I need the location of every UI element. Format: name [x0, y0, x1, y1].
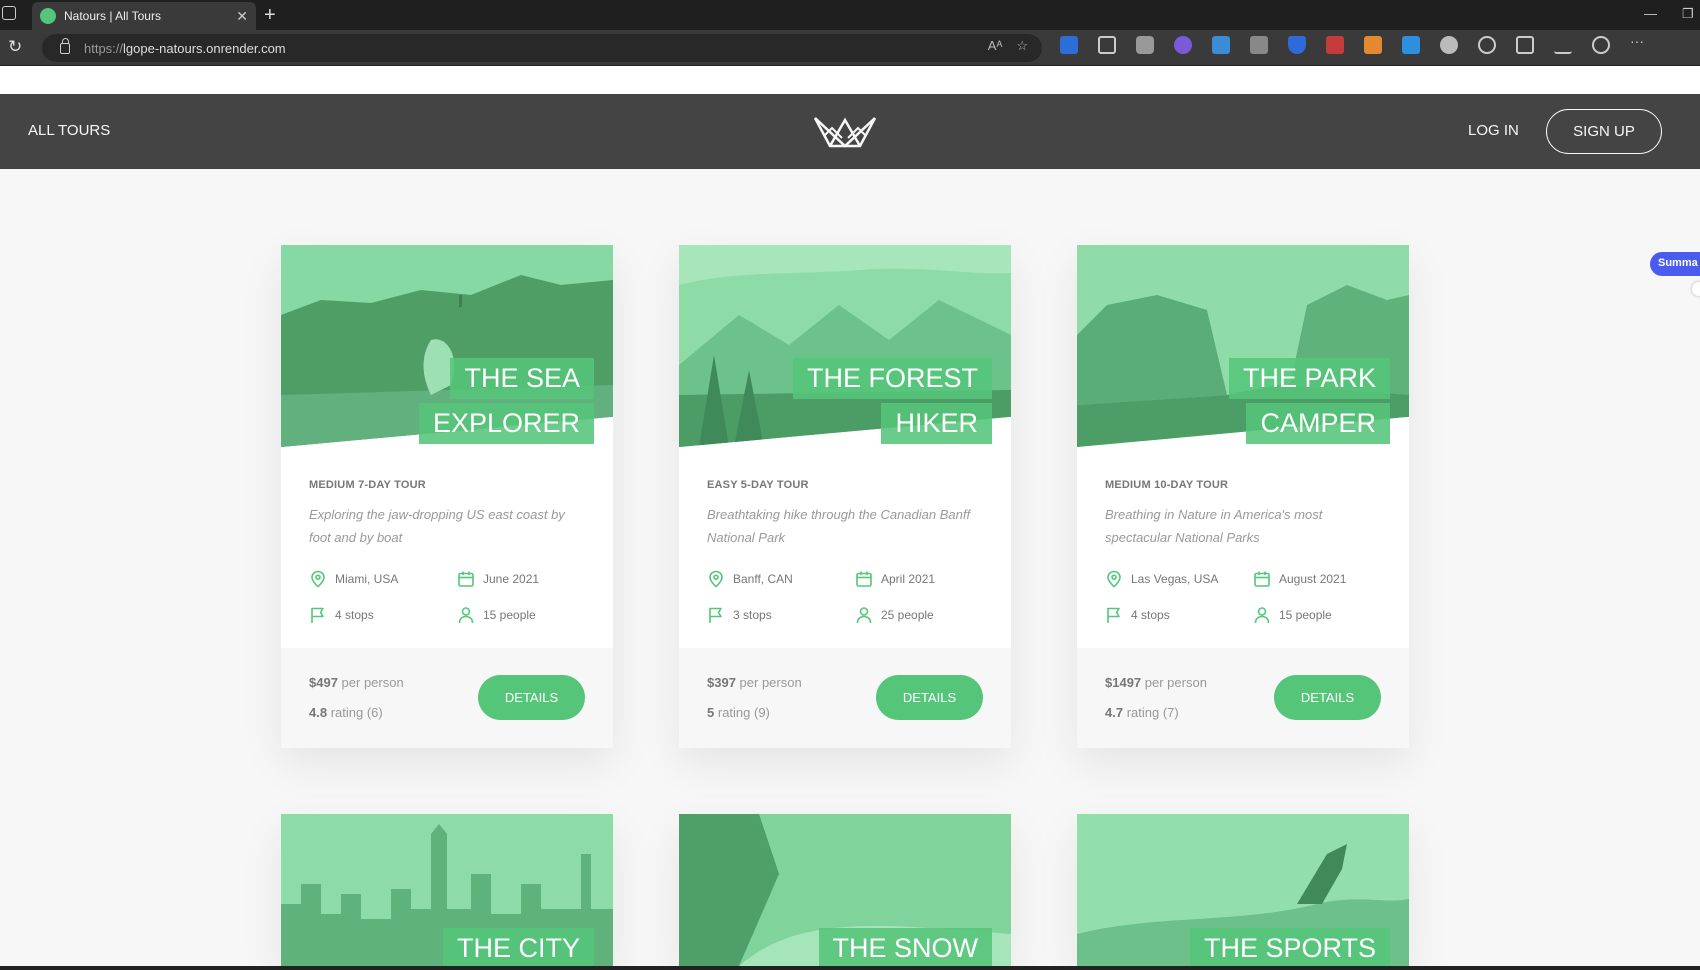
tour-card-footer: $397 per person 5 rating (9) DETAILS	[679, 648, 1011, 748]
more-menu-icon[interactable]: ···	[1630, 34, 1648, 54]
user-icon	[1254, 607, 1270, 624]
tour-summary: Breathing in Nature in America's most sp…	[1105, 507, 1323, 545]
tour-price: $397 per person	[707, 675, 802, 690]
new-tab-icon[interactable]: +	[264, 4, 276, 27]
tour-card-footer: $1497 per person 4.7 rating (7) DETAILS	[1077, 648, 1409, 748]
map-pin-icon	[709, 570, 723, 588]
tour-rating: 4.8 rating (6)	[309, 705, 383, 720]
camera-extension-icon[interactable]	[1136, 36, 1154, 54]
tour-summary: Exploring the jaw-dropping US east coast…	[309, 507, 565, 545]
grid-extension-icon[interactable]	[1250, 36, 1268, 54]
url-text: https://lgope-natours.onrender.com	[84, 40, 286, 56]
tour-location: Banff, CAN	[707, 570, 793, 588]
browser-essentials-icon[interactable]	[1592, 36, 1610, 54]
puzzle-extensions-icon[interactable]	[1478, 36, 1496, 54]
browser-tab[interactable]: Natours | All Tours ✕	[32, 2, 256, 30]
tour-card-heading: THE SEA EXPLORER	[418, 354, 594, 444]
summarize-button[interactable]: Summa	[1650, 252, 1700, 276]
user-icon	[856, 607, 872, 624]
tour-card-heading: THE CITY	[442, 924, 594, 966]
flag-icon	[709, 607, 722, 623]
tour-price: $497 per person	[309, 675, 404, 690]
lock-icon[interactable]	[60, 37, 70, 54]
tour-group-size: 15 people	[1253, 606, 1332, 624]
tour-date: April 2021	[855, 570, 935, 588]
tour-date: June 2021	[457, 570, 539, 588]
tour-location: Las Vegas, USA	[1105, 570, 1218, 588]
tab-title: Natours | All Tours	[64, 9, 161, 23]
calendar-icon	[856, 571, 872, 587]
tour-price: $1497 per person	[1105, 675, 1207, 690]
details-button[interactable]: DETAILS	[478, 675, 585, 720]
nav-signup-button[interactable]: SIGN UP	[1546, 109, 1662, 154]
tour-card: THE CITY	[281, 814, 613, 966]
tour-card: THE SEA EXPLORER MEDIUM 7-DAY TOUR Explo…	[281, 245, 613, 748]
map-pin-icon	[311, 570, 325, 588]
read-aloud-icon[interactable]: Aᴬ	[988, 38, 1003, 54]
restore-icon[interactable]: ❐	[1682, 6, 1694, 22]
minimize-icon[interactable]: —	[1644, 6, 1657, 21]
tour-card: THE SPORTS	[1077, 814, 1409, 966]
site-header: ALL TOURS LOG IN SIGN UP	[0, 94, 1700, 169]
user-icon	[458, 607, 474, 624]
color-extension-icon[interactable]	[1364, 36, 1382, 54]
tour-stops: 3 stops	[707, 606, 772, 624]
extensions-toolbar: ···	[1060, 34, 1648, 54]
nav-login-link[interactable]: LOG IN	[1468, 122, 1519, 139]
close-tab-icon[interactable]: ✕	[236, 8, 248, 25]
tour-location: Miami, USA	[309, 570, 398, 588]
map-pin-icon	[1107, 570, 1121, 588]
eye-extension-icon[interactable]	[1440, 36, 1458, 54]
page-top-strip	[0, 66, 1700, 94]
details-button[interactable]: DETAILS	[876, 675, 983, 720]
tour-difficulty: MEDIUM 10-DAY TOUR	[1105, 479, 1229, 491]
dropper-extension-icon[interactable]	[1402, 36, 1420, 54]
ublock-extension-icon[interactable]	[1326, 36, 1344, 54]
flag-icon	[1107, 607, 1120, 623]
tour-card: THE PARK CAMPER MEDIUM 10-DAY TOUR Breat…	[1077, 245, 1409, 748]
tour-group-size: 15 people	[457, 606, 536, 624]
tour-rating: 4.7 rating (7)	[1105, 705, 1179, 720]
brain-extension-icon[interactable]	[1174, 36, 1192, 54]
tour-difficulty: MEDIUM 7-DAY TOUR	[309, 479, 426, 491]
tour-summary: Breathtaking hike through the Canadian B…	[707, 507, 971, 545]
shield-extension-icon[interactable]	[1288, 36, 1306, 54]
tour-card: THE FOREST HIKER EASY 5-DAY TOUR Breatht…	[679, 245, 1011, 748]
flag-icon	[311, 607, 324, 623]
tour-card-heading: THE SNOW	[818, 924, 992, 966]
url-field[interactable]: https://lgope-natours.onrender.com Aᴬ ☆	[42, 34, 1042, 62]
tour-card-footer: $497 per person 4.8 rating (6) DETAILS	[281, 648, 613, 748]
tour-stops: 4 stops	[309, 606, 374, 624]
split-screen-icon[interactable]	[1516, 36, 1534, 54]
tour-card-heading: THE SPORTS	[1189, 924, 1390, 966]
downloads-icon[interactable]	[1554, 36, 1572, 54]
calendar-icon	[1254, 571, 1270, 587]
nav-all-tours-link[interactable]: ALL TOURS	[28, 122, 110, 139]
translate-extension-icon[interactable]	[1060, 36, 1078, 54]
notion-extension-icon[interactable]	[1098, 36, 1116, 54]
favorite-star-icon[interactable]: ☆	[1016, 38, 1028, 54]
reload-icon[interactable]: ↻	[8, 37, 22, 57]
tour-card-heading: THE PARK CAMPER	[1228, 354, 1390, 444]
details-button[interactable]: DETAILS	[1274, 675, 1381, 720]
bottom-edge	[0, 966, 1700, 970]
natours-logo-icon[interactable]	[812, 110, 878, 150]
tour-rating: 5 rating (9)	[707, 705, 770, 720]
browser-tab-bar: Natours | All Tours ✕ + — ❐	[0, 0, 1700, 30]
tour-card-heading: THE FOREST HIKER	[792, 354, 992, 444]
tour-card: THE SNOW	[679, 814, 1011, 966]
radio-extension-icon[interactable]	[1212, 36, 1230, 54]
workspaces-icon[interactable]	[2, 6, 16, 20]
tour-group-size: 25 people	[855, 606, 934, 624]
tour-date: August 2021	[1253, 570, 1346, 588]
summarize-handle-icon[interactable]	[1692, 282, 1700, 296]
calendar-icon	[458, 571, 474, 587]
tour-stops: 4 stops	[1105, 606, 1170, 624]
natours-favicon-icon	[40, 8, 56, 24]
tour-difficulty: EASY 5-DAY TOUR	[707, 479, 809, 491]
